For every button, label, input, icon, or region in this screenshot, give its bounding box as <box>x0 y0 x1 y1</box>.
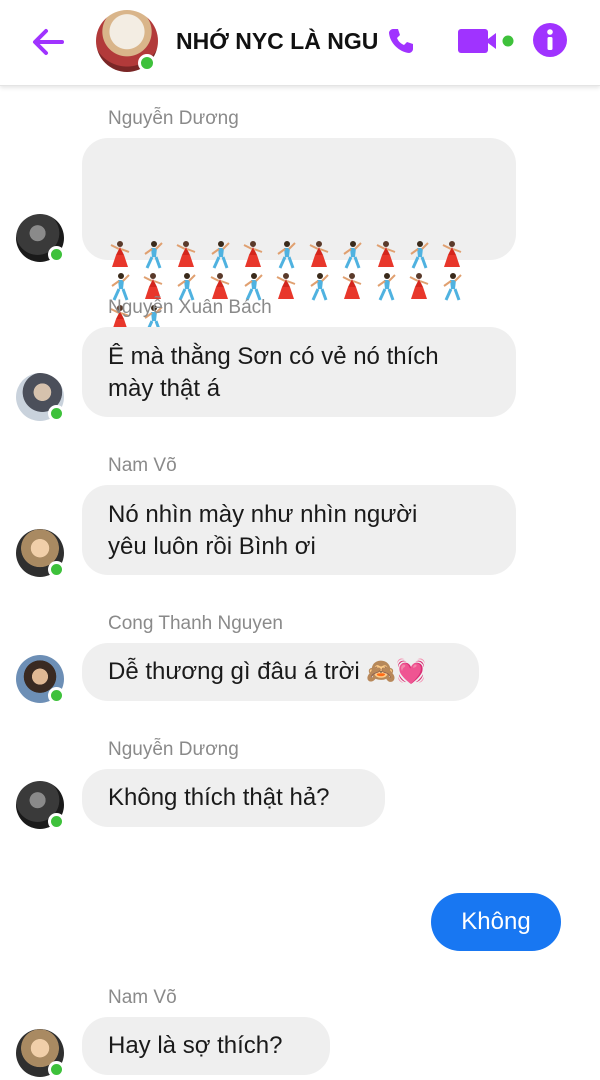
my-message-bubble[interactable]: Không <box>431 893 561 951</box>
message-bubble[interactable]: Hay là sợ thích? <box>82 1017 330 1075</box>
man-dancing-emoji <box>440 272 464 302</box>
woman-dancing-emoji <box>340 272 364 302</box>
online-indicator <box>48 813 65 830</box>
avatar[interactable] <box>16 655 65 704</box>
message-text: Dễ thương gì đâu á trời 🙈💓 <box>108 658 427 685</box>
sender-name: Nam Võ <box>108 987 177 1008</box>
message-bubble[interactable]: Dễ thương gì đâu á trời 🙈💓 <box>82 643 479 701</box>
message-text: Không thích thật hả? <box>108 784 330 811</box>
avatar[interactable] <box>16 373 65 422</box>
sender-name: Cong Thanh Nguyen <box>108 613 283 634</box>
avatar[interactable] <box>16 529 65 578</box>
woman-dancing-emoji <box>274 272 298 302</box>
online-indicator <box>48 405 65 422</box>
man-dancing-emoji <box>340 240 364 270</box>
sender-name: Nguyễn Dương <box>108 739 239 760</box>
man-dancing-emoji <box>374 272 398 302</box>
phone-icon[interactable] <box>386 26 416 56</box>
message-text-line: Nó nhìn mày như nhìn người <box>108 501 418 528</box>
man-dancing-emoji <box>141 240 165 270</box>
woman-dancing-emoji <box>374 240 398 270</box>
woman-dancing-emoji <box>108 240 132 270</box>
avatar[interactable] <box>16 781 65 830</box>
video-camera-icon[interactable] <box>456 26 516 56</box>
message-text-line: yêu luôn rồi Bình ơi <box>108 533 316 560</box>
message-text-line: Ê mà thằng Sơn có vẻ nó thích <box>108 343 439 370</box>
info-icon[interactable] <box>532 22 568 58</box>
chat-header: NHỚ NYC LÀ NGU <box>0 0 600 86</box>
arrow-left-icon[interactable] <box>28 22 68 62</box>
man-dancing-emoji <box>274 240 298 270</box>
message-text-line: mày thật á <box>108 375 221 402</box>
woman-dancing-emoji <box>407 272 431 302</box>
online-indicator <box>48 687 65 704</box>
online-indicator <box>48 246 65 263</box>
sender-name: Nam Võ <box>108 455 177 476</box>
woman-dancing-emoji <box>440 240 464 270</box>
woman-dancing-emoji <box>307 240 331 270</box>
online-indicator <box>48 561 65 578</box>
avatar[interactable] <box>16 1029 65 1078</box>
woman-dancing-emoji <box>174 240 198 270</box>
online-indicator <box>138 54 156 72</box>
conversation-title[interactable]: NHỚ NYC LÀ NGU <box>176 28 390 58</box>
online-indicator <box>48 1061 65 1078</box>
sender-name: Nguyễn Xuân Bách <box>108 297 272 318</box>
message-list[interactable]: Nguyễn Dương 💃🕺 Nguyễn Xuân Bách Ê mà th… <box>0 86 600 1080</box>
message-bubble[interactable]: Nó nhìn mày như nhìn người yêu luôn rồi … <box>82 485 516 575</box>
avatar[interactable] <box>16 214 65 263</box>
woman-dancing-emoji <box>241 240 265 270</box>
man-dancing-emoji <box>307 272 331 302</box>
message-bubble[interactable]: Ê mà thằng Sơn có vẻ nó thích mày thật á <box>82 327 516 417</box>
message-bubble[interactable]: Không thích thật hả? <box>82 769 385 827</box>
man-dancing-emoji <box>407 240 431 270</box>
man-dancing-emoji <box>208 240 232 270</box>
message-text: Hay là sợ thích? <box>108 1032 283 1059</box>
sender-name: Nguyễn Dương <box>108 108 239 129</box>
